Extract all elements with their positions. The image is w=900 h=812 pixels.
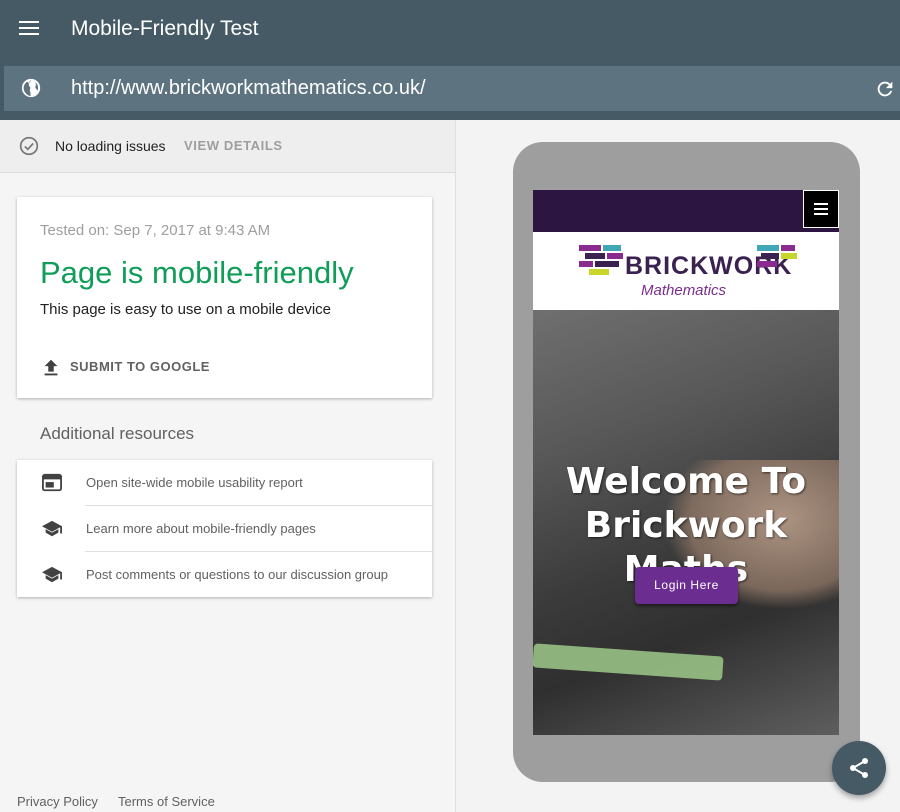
- resource-item-usability-report[interactable]: Open site-wide mobile usability report: [17, 460, 432, 506]
- share-icon: [850, 758, 868, 778]
- school-icon: [42, 566, 62, 583]
- hero-photo-pencil: [533, 643, 724, 681]
- hero-banner: Welcome To Brickwork Maths Login Here: [533, 310, 839, 735]
- resources-card: Open site-wide mobile usability report L…: [17, 460, 432, 597]
- site-menu-button[interactable]: [803, 190, 839, 228]
- bricks-logo-icon: [579, 245, 623, 275]
- resource-label: Post comments or questions to our discus…: [86, 567, 389, 582]
- bricks-logo-right-icon: [757, 245, 797, 267]
- share-button[interactable]: [832, 741, 886, 795]
- resource-label: Open site-wide mobile usability report: [86, 475, 303, 490]
- check-circle-icon: [19, 136, 39, 156]
- view-details-link[interactable]: VIEW DETAILS: [184, 138, 283, 153]
- app-title: Mobile-Friendly Test: [71, 17, 259, 40]
- status-text: No loading issues: [55, 138, 166, 154]
- school-icon: [42, 520, 62, 537]
- resources-heading: Additional resources: [40, 424, 195, 443]
- hero-title-line-1: Welcome To: [565, 461, 807, 502]
- url-bar[interactable]: http://www.brickworkmathematics.co.uk/: [4, 66, 900, 111]
- hamburger-icon: [804, 191, 838, 215]
- tested-on-text: Tested on: Sep 7, 2017 at 9:43 AM: [40, 222, 271, 239]
- result-description: This page is easy to use on a mobile dev…: [40, 301, 331, 318]
- phone-screen: BRICKWORK Mathematics Welcome To Brickwo…: [533, 190, 839, 735]
- result-card: Tested on: Sep 7, 2017 at 9:43 AM Page i…: [17, 197, 432, 398]
- refresh-icon[interactable]: [874, 78, 896, 100]
- globe-icon: [21, 78, 41, 98]
- upload-icon: [44, 359, 58, 376]
- privacy-policy-link[interactable]: Privacy Policy: [17, 794, 98, 809]
- site-topbar: [533, 190, 839, 232]
- preview-pane: BRICKWORK Mathematics Welcome To Brickwo…: [457, 120, 900, 812]
- submit-label: SUBMIT TO GOOGLE: [70, 359, 210, 374]
- results-pane: No loading issues VIEW DETAILS Tested on…: [0, 120, 456, 812]
- menu-icon[interactable]: [19, 21, 39, 37]
- url-text[interactable]: http://www.brickworkmathematics.co.uk/: [71, 77, 426, 100]
- status-bar: No loading issues VIEW DETAILS: [0, 120, 455, 173]
- site-logo: BRICKWORK Mathematics: [533, 232, 839, 310]
- app-header: Mobile-Friendly Test http://www.brickwor…: [0, 0, 900, 120]
- login-button[interactable]: Login Here: [635, 567, 738, 604]
- web-report-icon: [42, 473, 62, 492]
- result-title: Page is mobile-friendly: [40, 255, 354, 290]
- terms-of-service-link[interactable]: Terms of Service: [118, 794, 215, 809]
- phone-frame: BRICKWORK Mathematics Welcome To Brickwo…: [513, 142, 860, 782]
- resource-item-learn-more[interactable]: Learn more about mobile-friendly pages: [17, 506, 432, 552]
- resource-label: Learn more about mobile-friendly pages: [86, 521, 316, 536]
- resource-item-discussion-group[interactable]: Post comments or questions to our discus…: [17, 552, 432, 598]
- logo-sub-text: Mathematics: [641, 282, 727, 299]
